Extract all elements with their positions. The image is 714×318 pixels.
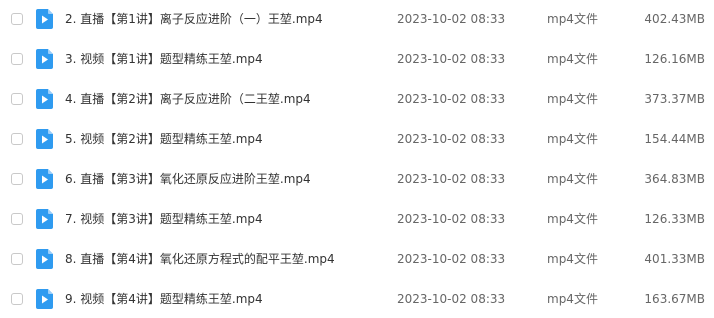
file-row[interactable]: 7. 视频【第3讲】题型精练王堃.mp4 2023-10-02 08:33 mp… <box>0 200 714 240</box>
file-date: 2023-10-02 08:33 <box>397 12 506 26</box>
row-checkbox[interactable] <box>11 293 23 305</box>
file-size: 402.43MB <box>644 12 705 26</box>
file-date: 2023-10-02 08:33 <box>397 132 506 146</box>
file-name[interactable]: 7. 视频【第3讲】题型精练王堃.mp4 <box>65 211 263 227</box>
file-type: mp4文件 <box>547 92 598 106</box>
row-checkbox[interactable] <box>11 53 23 65</box>
video-file-icon[interactable] <box>36 49 53 69</box>
file-date: 2023-10-02 08:33 <box>397 252 506 266</box>
file-type: mp4文件 <box>547 212 598 226</box>
file-list: 2. 直播【第1讲】离子反应进阶（一）王堃.mp4 2023-10-02 08:… <box>0 0 714 318</box>
video-file-icon[interactable] <box>36 169 53 189</box>
row-checkbox[interactable] <box>11 133 23 145</box>
file-date: 2023-10-02 08:33 <box>397 212 506 226</box>
file-name[interactable]: 6. 直播【第3讲】氧化还原反应进阶王堃.mp4 <box>65 171 311 187</box>
file-name[interactable]: 4. 直播【第2讲】离子反应进阶（二王堃.mp4 <box>65 91 311 107</box>
file-row[interactable]: 8. 直播【第4讲】氧化还原方程式的配平王堃.mp4 2023-10-02 08… <box>0 240 714 280</box>
row-checkbox[interactable] <box>11 93 23 105</box>
file-size: 126.16MB <box>644 52 705 66</box>
row-checkbox[interactable] <box>11 173 23 185</box>
file-row[interactable]: 5. 视频【第2讲】题型精练王堃.mp4 2023-10-02 08:33 mp… <box>0 120 714 160</box>
file-type: mp4文件 <box>547 12 598 26</box>
row-checkbox[interactable] <box>11 253 23 265</box>
video-file-icon[interactable] <box>36 9 53 29</box>
file-row[interactable]: 4. 直播【第2讲】离子反应进阶（二王堃.mp4 2023-10-02 08:3… <box>0 80 714 120</box>
file-date: 2023-10-02 08:33 <box>397 52 506 66</box>
file-date: 2023-10-02 08:33 <box>397 292 506 306</box>
file-name[interactable]: 8. 直播【第4讲】氧化还原方程式的配平王堃.mp4 <box>65 251 335 267</box>
file-name[interactable]: 9. 视频【第4讲】题型精练王堃.mp4 <box>65 291 263 307</box>
file-size: 163.67MB <box>644 292 705 306</box>
file-row[interactable]: 3. 视频【第1讲】题型精练王堃.mp4 2023-10-02 08:33 mp… <box>0 40 714 80</box>
file-type: mp4文件 <box>547 52 598 66</box>
row-checkbox[interactable] <box>11 13 23 25</box>
file-row[interactable]: 6. 直播【第3讲】氧化还原反应进阶王堃.mp4 2023-10-02 08:3… <box>0 160 714 200</box>
file-size: 126.33MB <box>644 212 705 226</box>
file-type: mp4文件 <box>547 172 598 186</box>
file-name[interactable]: 2. 直播【第1讲】离子反应进阶（一）王堃.mp4 <box>65 11 323 27</box>
file-size: 373.37MB <box>644 92 705 106</box>
video-file-icon[interactable] <box>36 129 53 149</box>
row-checkbox[interactable] <box>11 213 23 225</box>
file-type: mp4文件 <box>547 132 598 146</box>
file-row[interactable]: 9. 视频【第4讲】题型精练王堃.mp4 2023-10-02 08:33 mp… <box>0 280 714 318</box>
file-name[interactable]: 5. 视频【第2讲】题型精练王堃.mp4 <box>65 131 263 147</box>
video-file-icon[interactable] <box>36 289 53 309</box>
video-file-icon[interactable] <box>36 209 53 229</box>
file-name[interactable]: 3. 视频【第1讲】题型精练王堃.mp4 <box>65 51 263 67</box>
file-type: mp4文件 <box>547 252 598 266</box>
file-size: 154.44MB <box>644 132 705 146</box>
file-size: 401.33MB <box>644 252 705 266</box>
file-row[interactable]: 2. 直播【第1讲】离子反应进阶（一）王堃.mp4 2023-10-02 08:… <box>0 0 714 40</box>
file-date: 2023-10-02 08:33 <box>397 172 506 186</box>
video-file-icon[interactable] <box>36 89 53 109</box>
file-type: mp4文件 <box>547 292 598 306</box>
video-file-icon[interactable] <box>36 249 53 269</box>
file-size: 364.83MB <box>644 172 705 186</box>
file-date: 2023-10-02 08:33 <box>397 92 506 106</box>
